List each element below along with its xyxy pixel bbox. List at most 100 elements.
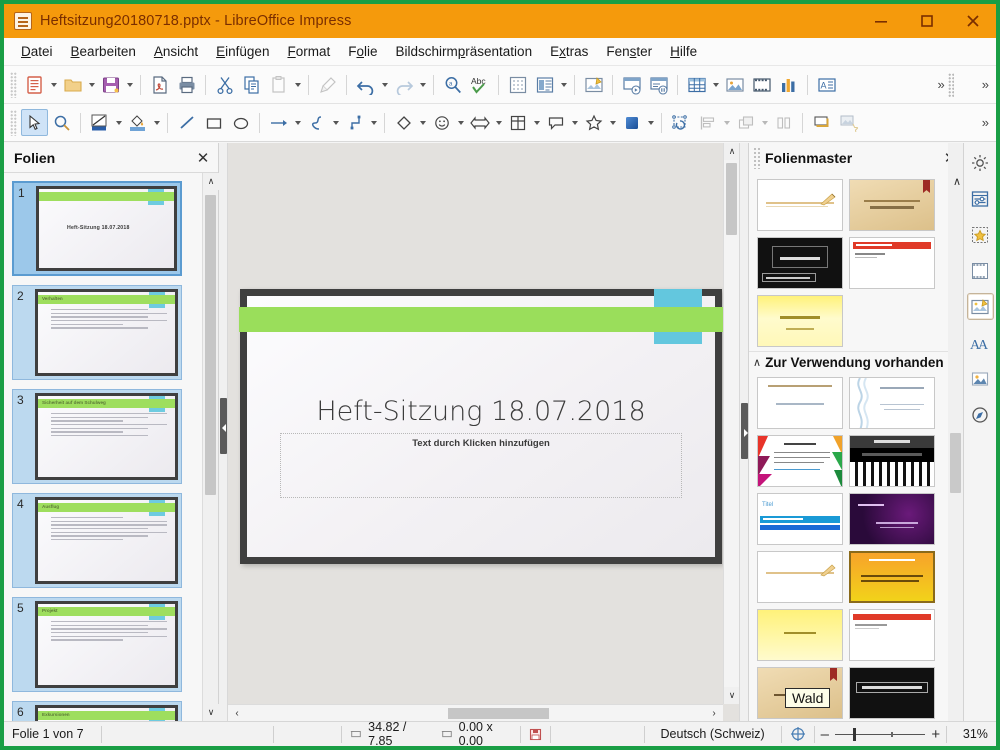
redo-button[interactable] (390, 71, 417, 98)
shadow-button[interactable] (808, 109, 835, 136)
connector-button[interactable] (341, 109, 368, 136)
zoom-level[interactable]: 31% (947, 722, 996, 747)
save-document-button[interactable] (97, 71, 124, 98)
symbol-shapes-button[interactable] (428, 109, 455, 136)
sidebar-properties-button[interactable] (967, 185, 994, 212)
slide-surface[interactable]: Heft-Sitzung 18.07.2018 Text durch Klick… (247, 296, 715, 557)
sidebar-gallery-button[interactable] (967, 365, 994, 392)
save-state-cell[interactable] (521, 722, 550, 747)
insert-media-button[interactable] (748, 71, 775, 98)
edit-scroll-down-icon[interactable]: ∨ (724, 687, 739, 704)
sidebar-slide-transition-button[interactable] (967, 257, 994, 284)
master-thumb-plain[interactable] (757, 377, 843, 429)
callouts-dropdown[interactable] (569, 109, 580, 136)
distribute-button[interactable] (770, 109, 797, 136)
close-button[interactable] (950, 4, 996, 38)
master-thumb-piano[interactable] (849, 435, 935, 487)
master-thumb-wave[interactable] (849, 377, 935, 429)
zoom-in-button[interactable]: + (931, 726, 940, 743)
left-splitter[interactable] (219, 143, 228, 721)
deck-grip[interactable] (753, 147, 761, 169)
new-document-button[interactable] (21, 71, 48, 98)
edit-scroll-left-icon[interactable]: ‹ (228, 705, 246, 722)
print-button[interactable] (173, 71, 200, 98)
slides-panel-scrollbar[interactable]: ∧ ∨ (202, 173, 218, 721)
3d-objects-dropdown[interactable] (645, 109, 656, 136)
curve-dropdown[interactable] (330, 109, 341, 136)
arrange-button[interactable] (732, 109, 759, 136)
slide-thumbnail-1[interactable]: 1 Heft-Sitzung 18.07.2018 (12, 181, 218, 276)
insert-text-box-button[interactable]: A (813, 71, 840, 98)
menu-datei[interactable]: DDateiatei (12, 41, 62, 62)
rotate-button[interactable] (667, 109, 694, 136)
line-color-button[interactable] (86, 109, 113, 136)
insert-line-button[interactable] (173, 109, 200, 136)
block-arrows-dropdown[interactable] (493, 109, 504, 136)
edit-hscroll-track[interactable] (246, 707, 705, 720)
master-thumb-purple[interactable] (849, 493, 935, 545)
start-from-first-slide-button[interactable] (618, 71, 645, 98)
menu-folie[interactable]: Folie (339, 41, 386, 62)
fit-slide-button[interactable] (782, 722, 814, 747)
align-objects-dropdown[interactable] (721, 109, 732, 136)
display-views-button[interactable] (531, 71, 558, 98)
curve-button[interactable] (303, 109, 330, 136)
start-from-current-slide-button[interactable] (645, 71, 672, 98)
slides-panel-close-icon[interactable]: ✕ (194, 149, 212, 167)
insert-table-dropdown[interactable] (710, 71, 721, 98)
insert-image-button[interactable] (721, 71, 748, 98)
drawing-toolbar-overflow[interactable]: » (979, 115, 996, 130)
stars-button[interactable] (580, 109, 607, 136)
menu-extras[interactable]: Extras (541, 41, 597, 62)
menu-einfuegen[interactable]: Einfügen (207, 41, 278, 62)
slide-title-text[interactable]: Heft-Sitzung 18.07.2018 (247, 396, 715, 427)
paste-button[interactable] (265, 71, 292, 98)
master-thumb-redbar[interactable] (849, 609, 935, 661)
copy-button[interactable] (238, 71, 265, 98)
menu-bildschirmpraesentation[interactable]: Bildschirmpräsentation (387, 41, 542, 62)
sidebar-master-slides-button[interactable] (967, 293, 994, 320)
toolbar-grip[interactable] (10, 110, 17, 136)
edit-hscroll-thumb[interactable] (448, 708, 549, 719)
sidebar-settings-button[interactable] (967, 149, 994, 176)
undo-dropdown[interactable] (379, 71, 390, 98)
master-thumb-colorfan[interactable] (757, 435, 843, 487)
stars-dropdown[interactable] (607, 109, 618, 136)
zoom-track[interactable] (835, 734, 925, 735)
deck-collapse-icon[interactable]: ∧ (953, 175, 961, 188)
slides-scroll-down-icon[interactable]: ∨ (203, 704, 219, 721)
master-thumb-red[interactable] (849, 237, 935, 289)
fill-color-dropdown[interactable] (151, 109, 162, 136)
basic-shapes-dropdown[interactable] (417, 109, 428, 136)
sidebar-styles-button[interactable]: AA (967, 329, 994, 356)
new-document-dropdown[interactable] (48, 71, 59, 98)
master-thumb-darkred[interactable] (849, 667, 935, 719)
master-thumb-bluebar[interactable]: Titel (757, 493, 843, 545)
master-thumb-black[interactable] (757, 237, 843, 289)
select-tool-button[interactable] (21, 109, 48, 136)
master-thumb-orange[interactable] (849, 551, 935, 603)
slide-canvas[interactable]: Heft-Sitzung 18.07.2018 Text durch Klick… (240, 289, 722, 564)
find-replace-button[interactable]: a (439, 71, 466, 98)
flowchart-button[interactable] (504, 109, 531, 136)
right-splitter[interactable] (739, 143, 748, 721)
insert-chart-button[interactable] (775, 71, 802, 98)
deck-body[interactable]: ∧ (749, 173, 963, 721)
deck-scrollbar[interactable] (948, 143, 963, 721)
line-color-dropdown[interactable] (113, 109, 124, 136)
sidebar-animation-button[interactable] (967, 221, 994, 248)
menu-ansicht[interactable]: Ansicht (145, 41, 207, 62)
slide-thumbnail-4[interactable]: 4 Ausflug (12, 493, 218, 588)
ellipse-button[interactable] (227, 109, 254, 136)
edit-area-hscrollbar[interactable]: ‹ › (228, 704, 723, 721)
slides-list[interactable]: 1 Heft-Sitzung 18.07.2018 2 Verhalten (4, 173, 218, 721)
slide-thumbnail-5[interactable]: 5 Projekt (12, 597, 218, 692)
edit-vscroll-thumb[interactable] (726, 163, 737, 235)
display-views-dropdown[interactable] (558, 71, 569, 98)
block-arrows-button[interactable] (466, 109, 493, 136)
line-with-arrow-button[interactable] (265, 109, 292, 136)
slides-scroll-thumb[interactable] (205, 195, 216, 495)
maximize-button[interactable] (904, 4, 950, 38)
arrange-dropdown[interactable] (759, 109, 770, 136)
cut-button[interactable] (211, 71, 238, 98)
